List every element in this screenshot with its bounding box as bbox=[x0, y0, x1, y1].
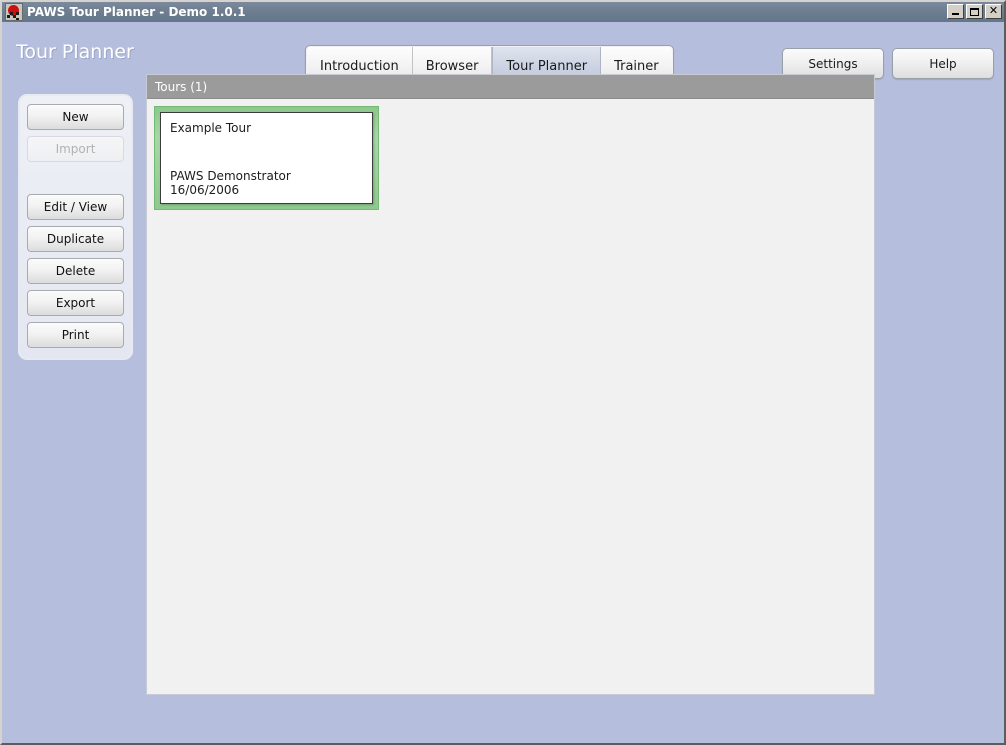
tours-panel: Tours (1) Example Tour PAWS Demonstrator… bbox=[146, 74, 875, 695]
window-controls: ✕ bbox=[947, 4, 1002, 19]
minimize-button[interactable] bbox=[947, 4, 964, 19]
duplicate-button[interactable]: Duplicate bbox=[27, 226, 124, 252]
tour-card-selected-frame[interactable]: Example Tour PAWS Demonstrator 16/06/200… bbox=[154, 106, 379, 210]
new-button[interactable]: New bbox=[27, 104, 124, 130]
list-item[interactable]: Example Tour PAWS Demonstrator 16/06/200… bbox=[160, 112, 373, 204]
sidebar-separator bbox=[27, 168, 124, 194]
tour-name: Example Tour bbox=[170, 121, 252, 135]
import-button: Import bbox=[27, 136, 124, 162]
maximize-button[interactable] bbox=[966, 4, 983, 19]
title-bar: PAWS Tour Planner - Demo 1.0.1 ✕ bbox=[2, 2, 1004, 22]
tours-panel-header: Tours (1) bbox=[147, 75, 874, 99]
tour-meta: PAWS Demonstrator 16/06/2006 bbox=[170, 169, 291, 197]
paws-flag-icon bbox=[5, 3, 23, 21]
sidebar-actions-panel: New Import Edit / View Duplicate Delete … bbox=[18, 94, 133, 360]
help-button[interactable]: Help bbox=[892, 48, 994, 79]
export-button[interactable]: Export bbox=[27, 290, 124, 316]
tours-list: Example Tour PAWS Demonstrator 16/06/200… bbox=[147, 99, 874, 217]
close-button[interactable]: ✕ bbox=[985, 4, 1002, 19]
application-window: PAWS Tour Planner - Demo 1.0.1 ✕ Tour Pl… bbox=[0, 0, 1006, 745]
print-button[interactable]: Print bbox=[27, 322, 124, 348]
close-icon: ✕ bbox=[988, 4, 999, 17]
delete-button[interactable]: Delete bbox=[27, 258, 124, 284]
maximize-icon bbox=[970, 7, 979, 16]
tour-date: 16/06/2006 bbox=[170, 183, 240, 197]
window-title: PAWS Tour Planner - Demo 1.0.1 bbox=[27, 5, 246, 19]
edit-view-button[interactable]: Edit / View bbox=[27, 194, 124, 220]
header-band: Tour Planner Introduction Browser Tour P… bbox=[2, 22, 1004, 87]
tour-author: PAWS Demonstrator bbox=[170, 169, 291, 183]
page-title: Tour Planner bbox=[16, 41, 134, 63]
minimize-icon bbox=[952, 13, 959, 15]
